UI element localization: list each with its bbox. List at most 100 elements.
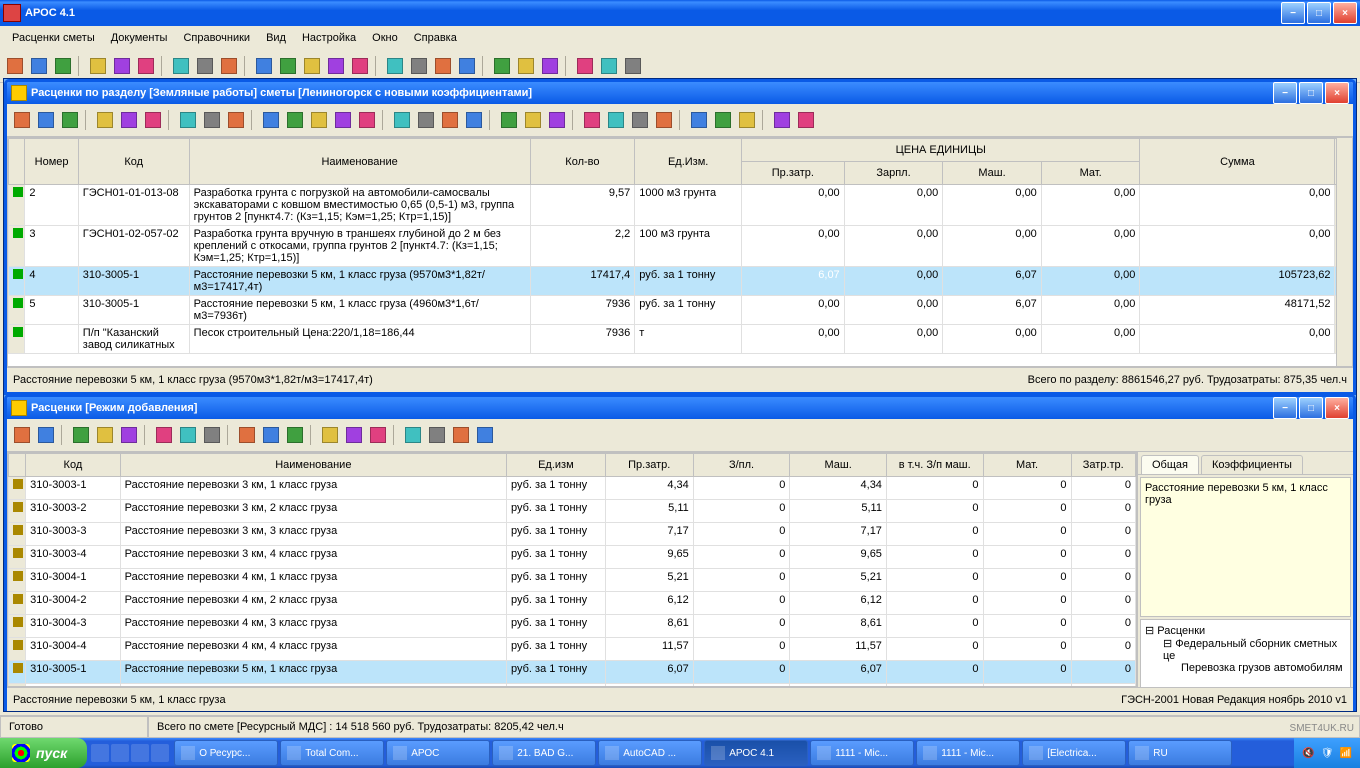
toolbar-button[interactable] <box>35 109 57 131</box>
toolbar-button[interactable] <box>308 109 330 131</box>
tray-icon[interactable]: 📶 <box>1340 748 1352 759</box>
table-row[interactable]: 310-3005-1Расстояние перевозки 5 км, 1 к… <box>9 661 1136 684</box>
toolbar-button[interactable] <box>177 109 199 131</box>
tree-item[interactable]: ⊟ Федеральный сборник сметных це <box>1145 637 1346 662</box>
ql-icon[interactable] <box>151 744 169 762</box>
child2-grid-wrap[interactable]: Код Наименование Ед.изм Пр.затр. З/пл. М… <box>7 452 1137 687</box>
toolbar-button[interactable] <box>236 424 258 446</box>
taskbar-item[interactable]: 1111 - Mic... <box>916 740 1020 766</box>
toolbar-button[interactable] <box>35 424 57 446</box>
toolbar-button[interactable] <box>498 109 520 131</box>
child1-maximize[interactable]: □ <box>1299 82 1323 104</box>
child2-grid[interactable]: Код Наименование Ед.изм Пр.затр. З/пл. М… <box>8 453 1136 687</box>
toolbar-button[interactable] <box>415 109 437 131</box>
toolbar-button[interactable] <box>70 424 92 446</box>
toolbar-button[interactable] <box>546 109 568 131</box>
tab-general[interactable]: Общая <box>1141 455 1199 474</box>
child1-grid-wrap[interactable]: Номер Код Наименование Кол-во Ед.Изм. ЦЕ… <box>7 137 1353 367</box>
tree-root[interactable]: ⊟ Расценки <box>1145 624 1346 637</box>
toolbar-button[interactable] <box>629 109 651 131</box>
toolbar-button[interactable] <box>94 109 116 131</box>
table-row[interactable]: 3ГЭСН01-02-057-02Разработка грунта вручн… <box>9 226 1352 267</box>
toolbar-button[interactable] <box>325 55 347 77</box>
toolbar-button[interactable] <box>332 109 354 131</box>
table-row[interactable]: 4310-3005-1Расстояние перевозки 5 км, 1 … <box>9 267 1352 296</box>
table-row[interactable]: 310-3004-4Расстояние перевозки 4 км, 4 к… <box>9 638 1136 661</box>
col2-code[interactable]: Код <box>26 454 120 477</box>
toolbar-button[interactable] <box>522 109 544 131</box>
menu-3[interactable]: Вид <box>258 30 294 46</box>
toolbar-button[interactable] <box>142 109 164 131</box>
table-row[interactable]: 310-3004-3Расстояние перевозки 4 км, 3 к… <box>9 615 1136 638</box>
table-row[interactable]: 310-3005-2Расстояние перевозки 5 км, 2 к… <box>9 684 1136 688</box>
col2-zp[interactable]: З/пл. <box>693 454 790 477</box>
toolbar-button[interactable] <box>284 424 306 446</box>
toolbar-button[interactable] <box>111 55 133 77</box>
ql-icon[interactable] <box>91 744 109 762</box>
maximize-button[interactable]: □ <box>1307 2 1331 24</box>
col2-pz[interactable]: Пр.затр. <box>605 454 693 477</box>
col-mat[interactable]: Мат. <box>1041 162 1140 185</box>
toolbar-button[interactable] <box>319 424 341 446</box>
toolbar-button[interactable] <box>491 55 513 77</box>
toolbar-button[interactable] <box>688 109 710 131</box>
toolbar-button[interactable] <box>201 109 223 131</box>
toolbar-button[interactable] <box>515 55 537 77</box>
toolbar-button[interactable] <box>795 109 817 131</box>
toolbar-button[interactable] <box>622 55 644 77</box>
ql-icon[interactable] <box>131 744 149 762</box>
taskbar-item[interactable]: Total Com... <box>280 740 384 766</box>
tray-icon[interactable]: 🛡 <box>1321 748 1334 759</box>
toolbar-button[interactable] <box>581 109 603 131</box>
table-row[interactable]: 310-3004-2Расстояние перевозки 4 км, 2 к… <box>9 592 1136 615</box>
toolbar-button[interactable] <box>598 55 620 77</box>
toolbar-button[interactable] <box>402 424 424 446</box>
taskbar-item[interactable]: 1111 - Mic... <box>810 740 914 766</box>
toolbar-button[interactable] <box>4 55 26 77</box>
toolbar-button[interactable] <box>574 55 596 77</box>
toolbar-button[interactable] <box>194 55 216 77</box>
col-mash[interactable]: Маш. <box>943 162 1042 185</box>
table-row[interactable]: 310-3003-2Расстояние перевозки 3 км, 2 к… <box>9 500 1136 523</box>
toolbar-button[interactable] <box>474 424 496 446</box>
child2-maximize[interactable]: □ <box>1299 397 1323 419</box>
col2-ztr[interactable]: Затр.тр. <box>1071 454 1135 477</box>
toolbar-button[interactable] <box>539 55 561 77</box>
toolbar-button[interactable] <box>218 55 240 77</box>
toolbar-button[interactable] <box>253 55 275 77</box>
table-row[interactable]: 310-3004-1Расстояние перевозки 4 км, 1 к… <box>9 569 1136 592</box>
toolbar-button[interactable] <box>94 424 116 446</box>
child2-minimize[interactable]: − <box>1273 397 1297 419</box>
menu-6[interactable]: Справка <box>406 30 465 46</box>
menu-4[interactable]: Настройка <box>294 30 364 46</box>
toolbar-button[interactable] <box>135 55 157 77</box>
table-row[interactable]: 310-3003-4Расстояние перевозки 3 км, 4 к… <box>9 546 1136 569</box>
col-code[interactable]: Код <box>78 139 189 185</box>
toolbar-button[interactable] <box>712 109 734 131</box>
toolbar-button[interactable] <box>52 55 74 77</box>
child1-minimize[interactable]: − <box>1273 82 1297 104</box>
col-pz[interactable]: Пр.затр. <box>742 162 845 185</box>
col2-name[interactable]: Наименование <box>120 454 506 477</box>
col-name[interactable]: Наименование <box>189 139 530 185</box>
menu-1[interactable]: Документы <box>103 30 176 46</box>
toolbar-button[interactable] <box>408 55 430 77</box>
toolbar-button[interactable] <box>463 109 485 131</box>
toolbar-button[interactable] <box>605 109 627 131</box>
tree-item[interactable]: Перевозка грузов автомобилям <box>1145 662 1346 674</box>
col2-mat[interactable]: Мат. <box>983 454 1071 477</box>
toolbar-button[interactable] <box>771 109 793 131</box>
table-row[interactable]: П/п "Казанский завод силикатныхПесок стр… <box>9 325 1352 354</box>
child1-close[interactable]: × <box>1325 82 1349 104</box>
col-unit[interactable]: Ед.Изм. <box>635 139 742 185</box>
toolbar-button[interactable] <box>11 424 33 446</box>
toolbar-button[interactable] <box>653 109 675 131</box>
toolbar-button[interactable] <box>225 109 247 131</box>
table-row[interactable]: 310-3003-3Расстояние перевозки 3 км, 3 к… <box>9 523 1136 546</box>
minimize-button[interactable]: − <box>1281 2 1305 24</box>
menu-0[interactable]: Расценки сметы <box>4 30 103 46</box>
col-number[interactable]: Номер <box>25 139 78 185</box>
toolbar-button[interactable] <box>736 109 758 131</box>
col2-mash[interactable]: Маш. <box>790 454 887 477</box>
table-row[interactable]: 2ГЭСН01-01-013-08Разработка грунта с пог… <box>9 185 1352 226</box>
